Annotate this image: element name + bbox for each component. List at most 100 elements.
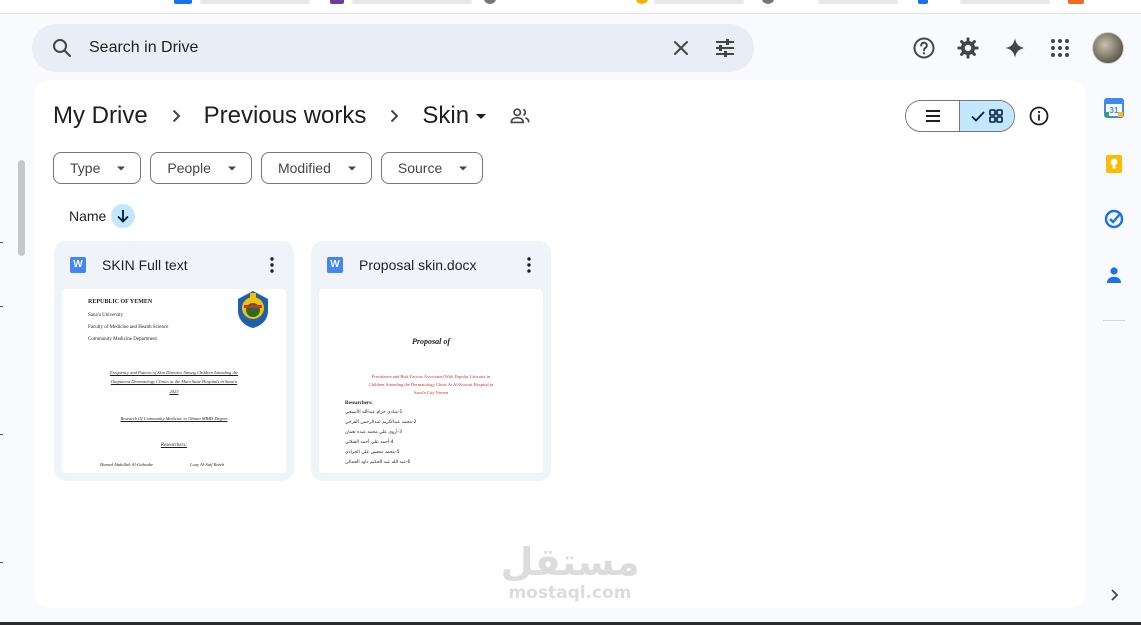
filter-type-label: Type bbox=[70, 160, 101, 176]
word-doc-icon: W bbox=[327, 257, 343, 273]
word-doc-icon: W bbox=[70, 257, 86, 273]
doc-name-line: 4-أحمد علي أحمد القبلاني bbox=[345, 440, 394, 445]
bookmark-item[interactable] bbox=[654, 0, 744, 4]
file-preview-thumbnail[interactable]: Proposal of Prevalence and Risk Factors … bbox=[319, 289, 543, 473]
edge-mark bbox=[0, 562, 3, 563]
bookmark-icon[interactable] bbox=[918, 0, 928, 4]
grid-view-button[interactable] bbox=[960, 101, 1014, 131]
bookmark-icon[interactable] bbox=[484, 0, 496, 4]
doc-title-line: 2023 bbox=[169, 389, 179, 394]
edge-mark bbox=[0, 434, 3, 435]
doc-name-line: 1-شادي حزام عبدالله الأصبحي bbox=[345, 410, 403, 415]
file-title: Proposal skin.docx bbox=[359, 257, 477, 273]
apps-grid-icon[interactable] bbox=[1048, 36, 1072, 60]
edge-mark bbox=[0, 306, 3, 307]
filter-chips: Type People Modified Source bbox=[53, 152, 484, 184]
filter-source[interactable]: Source bbox=[380, 152, 484, 184]
bookmark-icon[interactable] bbox=[174, 0, 192, 4]
doc-name-line: 2-محمد عبدالكريم عبدالرحمن الفرحي bbox=[345, 420, 417, 425]
bookmark-icon[interactable] bbox=[762, 0, 774, 4]
doc-header-line: REPUBLIC OF YEMEN bbox=[88, 299, 153, 305]
bookmark-icon[interactable] bbox=[330, 0, 344, 4]
doc-title-line: Frequency and Pattern of Skin Diseases A… bbox=[109, 370, 239, 375]
doc-header-line: Sana'a University bbox=[88, 313, 124, 318]
doc-name-line: Loay Al-Saif Rateb bbox=[190, 462, 225, 467]
file-card-header: W Proposal skin.docx bbox=[311, 241, 551, 289]
view-toggle bbox=[905, 100, 1015, 132]
breadcrumb-current-folder[interactable]: Skin bbox=[422, 102, 469, 130]
search-bar bbox=[32, 24, 754, 72]
account-avatar[interactable] bbox=[1092, 32, 1124, 64]
file-card[interactable]: W SKIN Full text REPUBLIC OF YEMEN Sana'… bbox=[54, 241, 294, 481]
tasks-icon[interactable] bbox=[1103, 208, 1125, 230]
doc-title-line: Outpatient Dermatology Clinics at the Ma… bbox=[110, 379, 238, 384]
filter-people-label: People bbox=[167, 160, 211, 176]
bookmark-item[interactable] bbox=[818, 0, 898, 4]
file-card-header: W SKIN Full text bbox=[54, 241, 294, 289]
file-card[interactable]: W Proposal skin.docx Proposal of Prevale… bbox=[311, 241, 551, 481]
breadcrumb: My Drive Previous works Skin bbox=[53, 100, 531, 132]
university-logo-icon bbox=[238, 291, 268, 328]
doc-name-line: 3-أروى علي محمد عبده نعمان bbox=[345, 430, 403, 435]
bookmark-item[interactable] bbox=[352, 0, 472, 4]
sort-name-label[interactable]: Name bbox=[69, 208, 106, 224]
contacts-icon[interactable] bbox=[1103, 264, 1125, 286]
keep-notes-icon[interactable] bbox=[1103, 153, 1125, 175]
search-input[interactable] bbox=[89, 34, 649, 62]
search-options-icon[interactable] bbox=[713, 36, 737, 60]
list-icon bbox=[925, 110, 940, 122]
sort-direction-button[interactable] bbox=[111, 204, 136, 228]
settings-gear-icon[interactable] bbox=[956, 36, 980, 60]
chevron-right-icon bbox=[391, 109, 399, 123]
more-vert-icon[interactable] bbox=[262, 255, 282, 275]
clear-search-icon[interactable] bbox=[669, 36, 693, 60]
watermark: مستقل mostaql.com bbox=[490, 540, 650, 602]
svg-text:31: 31 bbox=[1110, 106, 1119, 115]
doc-red-title-line: Sana'a City Yemen bbox=[414, 390, 448, 395]
info-icon[interactable] bbox=[1028, 105, 1050, 127]
doc-name-line: Hamed Abdullah Al-Gabsabe bbox=[100, 462, 154, 467]
arrow-down-icon bbox=[117, 210, 129, 223]
caret-down-icon bbox=[459, 166, 468, 171]
doc-red-title-line: Children Attending the Dermatology Clini… bbox=[368, 382, 494, 387]
filter-modified[interactable]: Modified bbox=[260, 152, 372, 184]
bookmark-icon[interactable] bbox=[636, 0, 648, 4]
filter-people[interactable]: People bbox=[150, 152, 252, 184]
chevron-right-icon[interactable] bbox=[1105, 586, 1123, 604]
list-view-button[interactable] bbox=[906, 101, 961, 131]
caret-down-icon bbox=[347, 166, 356, 171]
doc-subtitle-line: Research Of Community Medicine to Obtain… bbox=[120, 416, 228, 421]
doc-header-line: Community Medicine Department bbox=[88, 337, 157, 342]
filter-type[interactable]: Type bbox=[53, 152, 142, 184]
doc-red-title-line: Prevalence and Risk Factors Associated W… bbox=[371, 374, 491, 379]
more-vert-icon[interactable] bbox=[519, 255, 539, 275]
caret-down-icon bbox=[227, 166, 236, 171]
caret-down-icon[interactable] bbox=[471, 106, 491, 126]
grid-icon bbox=[989, 109, 1003, 123]
help-icon[interactable] bbox=[912, 36, 936, 60]
edge-mark bbox=[0, 242, 3, 243]
shared-folder-icon[interactable] bbox=[509, 105, 531, 127]
bookmarks-bar bbox=[0, 0, 1141, 14]
sort-row: Name bbox=[69, 204, 136, 228]
doc-header-line: Faculty of Medicine and Health Science bbox=[88, 325, 169, 330]
bookmark-item[interactable] bbox=[200, 0, 310, 4]
filter-source-label: Source bbox=[397, 160, 443, 176]
gemini-sparkle-icon[interactable] bbox=[1003, 36, 1027, 60]
breadcrumb-my-drive[interactable]: My Drive bbox=[53, 102, 148, 130]
doc-researchers-label: Researchers: bbox=[345, 401, 373, 406]
bookmark-icon[interactable] bbox=[1068, 0, 1084, 4]
watermark-latin: mostaql.com bbox=[508, 583, 632, 603]
scrollbar-thumb[interactable] bbox=[18, 160, 25, 256]
calendar-icon[interactable]: 31 bbox=[1103, 97, 1125, 119]
doc-heading: Proposal of bbox=[412, 337, 450, 346]
file-preview-thumbnail[interactable]: REPUBLIC OF YEMEN Sana'a University Facu… bbox=[62, 289, 286, 473]
breadcrumb-previous-works[interactable]: Previous works bbox=[204, 102, 367, 130]
doc-name-line: 6-عبد الله عبد الحكيم داود الجمالي bbox=[345, 460, 411, 465]
bookmark-item[interactable] bbox=[960, 0, 1050, 4]
watermark-arabic: مستقل bbox=[500, 540, 640, 584]
search-icon[interactable] bbox=[50, 36, 74, 60]
caret-down-icon bbox=[117, 166, 126, 171]
chevron-right-icon bbox=[172, 109, 181, 123]
check-icon bbox=[971, 111, 985, 122]
